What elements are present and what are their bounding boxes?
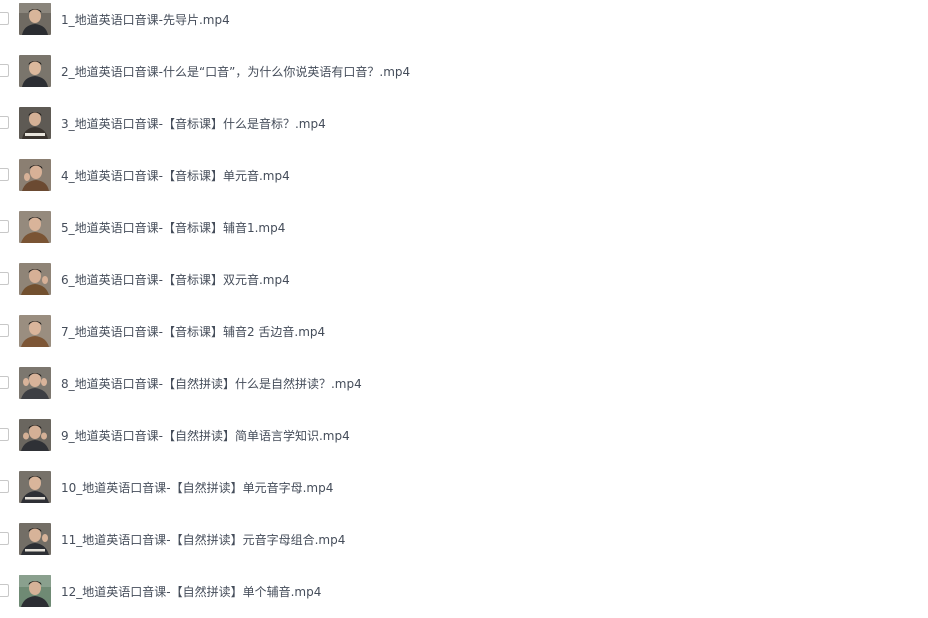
file-row[interactable]: 3_地道英语口音课-【音标课】什么是音标？.mp4 <box>0 106 928 142</box>
file-name[interactable]: 3_地道英语口音课-【音标课】什么是音标？.mp4 <box>61 115 326 133</box>
video-thumbnail[interactable] <box>19 263 51 295</box>
video-thumbnail[interactable] <box>19 575 51 607</box>
video-thumbnail[interactable] <box>19 3 51 35</box>
file-name[interactable]: 1_地道英语口音课-先导片.mp4 <box>61 11 230 29</box>
file-row[interactable]: 4_地道英语口音课-【音标课】单元音.mp4 <box>0 158 928 194</box>
file-checkbox[interactable] <box>0 584 9 597</box>
file-name[interactable]: 8_地道英语口音课-【自然拼读】什么是自然拼读？.mp4 <box>61 375 362 393</box>
file-checkbox[interactable] <box>0 324 9 337</box>
file-name[interactable]: 5_地道英语口音课-【音标课】辅音1.mp4 <box>61 219 285 237</box>
file-checkbox[interactable] <box>0 220 9 233</box>
file-row[interactable]: 10_地道英语口音课-【自然拼读】单元音字母.mp4 <box>0 470 928 506</box>
video-thumbnail[interactable] <box>19 471 51 503</box>
file-row[interactable]: 6_地道英语口音课-【音标课】双元音.mp4 <box>0 262 928 298</box>
file-checkbox[interactable] <box>0 376 9 389</box>
file-row[interactable]: 5_地道英语口音课-【音标课】辅音1.mp4 <box>0 210 928 246</box>
file-name[interactable]: 2_地道英语口音课-什么是“口音”，为什么你说英语有口音？.mp4 <box>61 63 410 81</box>
video-thumbnail[interactable] <box>19 55 51 87</box>
file-checkbox[interactable] <box>0 64 9 77</box>
file-checkbox[interactable] <box>0 532 9 545</box>
file-row[interactable]: 7_地道英语口音课-【音标课】辅音2 舌边音.mp4 <box>0 314 928 350</box>
file-row[interactable]: 11_地道英语口音课-【自然拼读】元音字母组合.mp4 <box>0 522 928 558</box>
file-name[interactable]: 6_地道英语口音课-【音标课】双元音.mp4 <box>61 271 290 289</box>
file-row[interactable]: 8_地道英语口音课-【自然拼读】什么是自然拼读？.mp4 <box>0 366 928 402</box>
file-name[interactable]: 11_地道英语口音课-【自然拼读】元音字母组合.mp4 <box>61 531 345 549</box>
video-thumbnail[interactable] <box>19 419 51 451</box>
file-name[interactable]: 9_地道英语口音课-【自然拼读】简单语言学知识.mp4 <box>61 427 350 445</box>
file-name[interactable]: 4_地道英语口音课-【音标课】单元音.mp4 <box>61 167 290 185</box>
video-thumbnail[interactable] <box>19 523 51 555</box>
file-row[interactable]: 1_地道英语口音课-先导片.mp4 <box>0 2 928 38</box>
file-checkbox[interactable] <box>0 12 9 25</box>
video-thumbnail[interactable] <box>19 315 51 347</box>
file-row[interactable]: 12_地道英语口音课-【自然拼读】单个辅音.mp4 <box>0 574 928 610</box>
file-checkbox[interactable] <box>0 272 9 285</box>
video-thumbnail[interactable] <box>19 107 51 139</box>
file-row[interactable]: 2_地道英语口音课-什么是“口音”，为什么你说英语有口音？.mp4 <box>0 54 928 90</box>
file-name[interactable]: 12_地道英语口音课-【自然拼读】单个辅音.mp4 <box>61 583 321 601</box>
file-list: 1_地道英语口音课-先导片.mp4 2_地道英语口音课-什么是“口音”，为什么你… <box>0 0 928 618</box>
file-checkbox[interactable] <box>0 428 9 441</box>
file-checkbox[interactable] <box>0 480 9 493</box>
file-checkbox[interactable] <box>0 116 9 129</box>
video-thumbnail[interactable] <box>19 211 51 243</box>
file-checkbox[interactable] <box>0 168 9 181</box>
file-row[interactable]: 9_地道英语口音课-【自然拼读】简单语言学知识.mp4 <box>0 418 928 454</box>
video-thumbnail[interactable] <box>19 367 51 399</box>
file-name[interactable]: 10_地道英语口音课-【自然拼读】单元音字母.mp4 <box>61 479 333 497</box>
video-thumbnail[interactable] <box>19 159 51 191</box>
file-name[interactable]: 7_地道英语口音课-【音标课】辅音2 舌边音.mp4 <box>61 323 325 341</box>
